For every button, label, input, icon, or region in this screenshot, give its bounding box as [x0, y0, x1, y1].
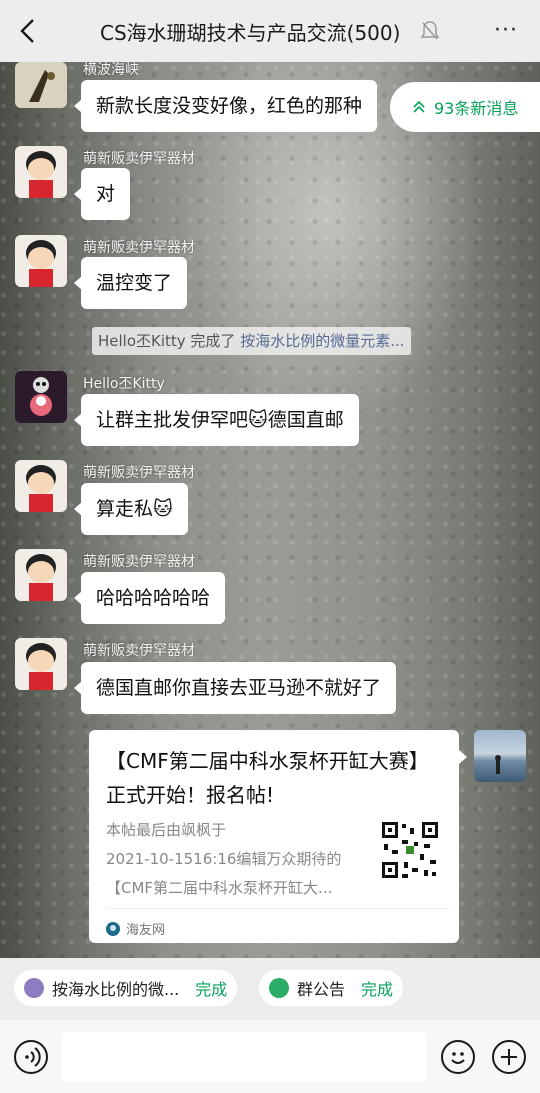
- message-bubble[interactable]: 温控变了: [73, 257, 188, 309]
- sender-name: 萌新贩卖伊罕器材: [83, 554, 195, 570]
- sender-name: 萌新贩卖伊罕器材: [83, 643, 195, 659]
- card-source-label: 海友网: [126, 923, 166, 938]
- card-desc-line: 【CMF第二届中科水泵杯开缸大...: [106, 879, 333, 897]
- avatar[interactable]: [15, 549, 67, 601]
- message-bubble[interactable]: 让群主批发伊罕吧🐱德国直邮: [74, 394, 359, 446]
- new-messages-label: 93条新消息: [434, 99, 519, 118]
- sender-name: 萌新贩卖伊罕器材: [83, 151, 195, 167]
- more-functions-button[interactable]: [492, 1040, 526, 1074]
- sender-name: 萌新贩卖伊罕器材: [83, 465, 195, 481]
- pinned-status: 完成: [361, 980, 394, 999]
- chat-header: CS海水珊瑚技术与产品交流(500) ···: [0, 0, 540, 62]
- sender-name: Hello丕Kitty: [83, 376, 165, 392]
- self-avatar[interactable]: [474, 730, 526, 782]
- message-bubble[interactable]: 德国直邮你直接去亚马逊不就好了: [73, 662, 397, 714]
- chat-area[interactable]: 横波海峡 新款长度没变好像，红色的那种 萌新贩卖伊罕器材 对 萌新贩卖伊罕器材 …: [0, 62, 540, 958]
- double-chevron-up-icon: [413, 100, 425, 113]
- pinned-status: 完成: [195, 980, 228, 999]
- qr-code-thumbnail: [380, 820, 440, 880]
- message-bubble[interactable]: 哈哈哈哈哈哈: [73, 572, 226, 624]
- solitaire-icon: [24, 978, 44, 998]
- card-desc-line: 2021-10-1516:16编辑万众期待的: [106, 850, 342, 868]
- new-messages-button[interactable]: 93条新消息: [390, 82, 540, 132]
- card-title: 【CMF第二届中科水泵杯开缸大赛】正式开始！报名帖!: [106, 749, 429, 807]
- muted-bell-icon: [420, 21, 440, 40]
- pinned-task-solitaire[interactable]: 按海水比例的微... 完成: [14, 970, 238, 1006]
- card-source: 海友网: [106, 919, 165, 938]
- emoji-button[interactable]: [441, 1040, 475, 1074]
- system-notice: Hello丕Kitty 完成了 按海水比例的微量元素...: [92, 327, 411, 355]
- input-bar: [0, 1020, 540, 1093]
- avatar[interactable]: [15, 235, 67, 287]
- avatar[interactable]: [15, 62, 67, 108]
- avatar[interactable]: [15, 146, 67, 198]
- smiley-icon: [451, 1052, 465, 1064]
- sender-name: 萌新贩卖伊罕器材: [83, 240, 195, 256]
- voice-icon: [25, 1047, 41, 1067]
- chat-title: CS海水珊瑚技术与产品交流(500): [100, 21, 401, 45]
- back-arrow-icon[interactable]: [14, 16, 44, 46]
- sender-name: 横波海峡: [83, 62, 139, 78]
- divider: [106, 908, 449, 909]
- plus-icon: [501, 1049, 517, 1065]
- avatar[interactable]: [15, 371, 67, 423]
- message-bubble[interactable]: 算走私🐱: [74, 483, 188, 535]
- message-bubble[interactable]: 对: [73, 168, 131, 220]
- avatar[interactable]: [15, 638, 67, 690]
- announcement-icon: [269, 978, 289, 998]
- pinned-bar: 按海水比例的微... 完成 群公告 完成: [0, 958, 540, 1020]
- avatar[interactable]: [15, 460, 67, 512]
- system-notice-text: Hello丕Kitty 完成了: [98, 332, 236, 350]
- card-description: 本帖最后由飒枫于 2021-10-1516:16编辑万众期待的 【CMF第二届中…: [106, 816, 366, 903]
- pinned-label: 按海水比例的微...: [52, 980, 180, 999]
- source-logo-icon: [106, 921, 120, 936]
- message-bubble[interactable]: 新款长度没变好像，红色的那种: [73, 80, 378, 132]
- pinned-group-notice[interactable]: 群公告 完成: [259, 970, 404, 1006]
- pinned-label: 群公告: [297, 980, 346, 999]
- more-options-button[interactable]: ···: [494, 18, 518, 43]
- shared-link-card[interactable]: 【CMF第二届中科水泵杯开缸大赛】正式开始！报名帖! 本帖最后由飒枫于 2021…: [89, 730, 467, 943]
- voice-input-button[interactable]: [14, 1040, 48, 1074]
- card-desc-line: 本帖最后由飒枫于: [106, 821, 227, 839]
- system-notice-link[interactable]: 按海水比例的微量元素...: [240, 332, 404, 350]
- message-input[interactable]: [62, 1032, 426, 1082]
